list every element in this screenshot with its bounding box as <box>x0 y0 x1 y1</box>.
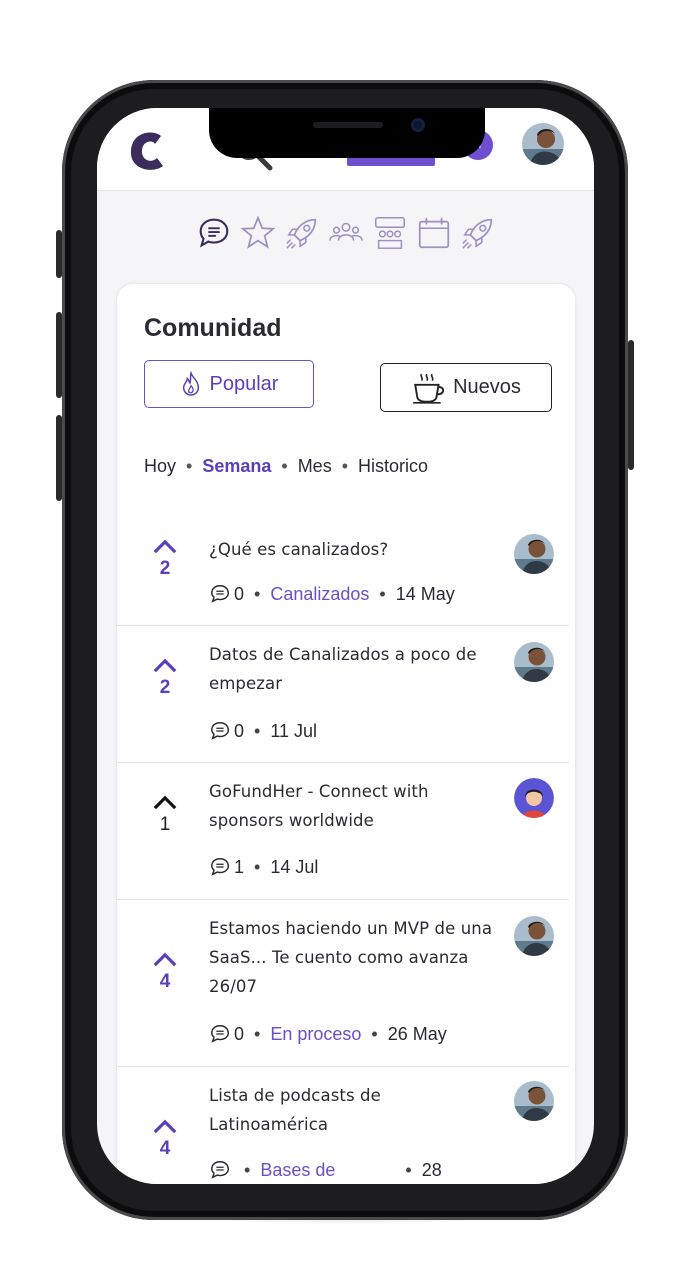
period-mes[interactable]: Mes <box>298 456 332 477</box>
community-card: Comunidad Popular Nuevos Hoy • Semana • … <box>117 284 575 1184</box>
separator-dot: • <box>281 456 288 476</box>
upvote-arrow-icon[interactable] <box>152 1119 178 1134</box>
post-item[interactable]: 2 ¿Qué es canalizados? 0 • Canalizados •… <box>117 509 569 626</box>
author-avatar[interactable] <box>514 642 554 682</box>
author-avatar[interactable] <box>514 534 554 574</box>
post-meta: 0 • En proceso • 26 May <box>209 1023 447 1045</box>
upvote-control[interactable]: 4 <box>139 952 191 993</box>
post-item[interactable]: 4 Lista de podcasts de Latinoamérica • B… <box>117 1067 569 1184</box>
post-title[interactable]: Estamos haciendo un MVP de una SaaS... T… <box>209 914 504 1001</box>
vote-count: 4 <box>159 971 171 992</box>
upvote-arrow-icon[interactable] <box>152 658 178 673</box>
post-item[interactable]: 4 Estamos haciendo un MVP de una SaaS...… <box>117 900 569 1067</box>
author-avatar[interactable] <box>514 778 554 818</box>
comment-icon <box>211 1025 229 1043</box>
front-camera <box>411 118 425 132</box>
upvote-control[interactable]: 2 <box>139 658 191 699</box>
post-date: 28 <box>421 1159 442 1180</box>
rocket-icon[interactable] <box>282 213 322 253</box>
app-logo-icon[interactable] <box>125 126 169 176</box>
separator-dot: • <box>244 1159 251 1180</box>
rocket-icon[interactable] <box>458 213 498 253</box>
post-meta: • Bases de • 28 <box>209 1159 442 1181</box>
period-semana[interactable]: Semana <box>202 456 271 477</box>
post-meta: 1 • 14 Jul <box>209 856 318 878</box>
volume-up-button <box>56 312 62 398</box>
nuevos-label: Nuevos <box>453 376 521 398</box>
separator-dot: • <box>254 1023 261 1044</box>
vote-count: 2 <box>159 558 171 579</box>
volume-down-button <box>56 415 62 501</box>
period-filter: Hoy • Semana • Mes • Historico <box>144 456 428 477</box>
comment-icon <box>211 722 229 740</box>
meeting-icon[interactable] <box>370 213 410 253</box>
separator-dot: • <box>254 583 261 604</box>
period-hoy[interactable]: Hoy <box>144 456 176 477</box>
vote-count: 2 <box>159 677 171 698</box>
post-meta: 0 • Canalizados • 14 May <box>209 583 455 605</box>
comment-count: 0 <box>234 583 245 604</box>
period-historico[interactable]: Historico <box>358 456 428 477</box>
author-avatar[interactable] <box>514 1081 554 1121</box>
separator-dot: • <box>379 583 386 604</box>
star-icon[interactable] <box>238 213 278 253</box>
comment-count: 0 <box>234 1023 245 1044</box>
community-icon[interactable] <box>326 213 366 253</box>
post-date: 14 May <box>395 583 455 604</box>
separator-dot: • <box>341 456 349 476</box>
upvote-control[interactable]: 4 <box>139 1119 191 1160</box>
post-title[interactable]: ¿Qué es canalizados? <box>209 535 504 564</box>
popular-button[interactable]: Popular <box>144 360 314 408</box>
screen: n <box>97 108 594 1184</box>
mute-switch <box>56 230 62 278</box>
vote-count: 4 <box>159 1138 171 1159</box>
comment-count: 1 <box>234 856 245 877</box>
post-item[interactable]: 1 GoFundHer - Connect with sponsors worl… <box>117 763 569 900</box>
author-avatar[interactable] <box>514 916 554 956</box>
post-title[interactable]: Lista de podcasts de Latinoamérica <box>209 1081 504 1139</box>
page-title: Comunidad <box>144 314 282 342</box>
post-title[interactable]: Datos de Canalizados a poco de empezar <box>209 640 504 698</box>
upvote-control[interactable]: 2 <box>139 539 191 580</box>
post-meta: 0 • 11 Jul <box>209 720 317 742</box>
vote-count: 1 <box>159 814 171 835</box>
post-tag[interactable]: En proceso <box>270 1024 361 1045</box>
post-tag[interactable]: Canalizados <box>270 584 369 605</box>
separator-dot: • <box>186 456 193 476</box>
post-tag[interactable]: Bases de <box>260 1160 335 1181</box>
separator-dot: • <box>254 856 261 877</box>
category-nav <box>97 213 594 258</box>
post-title[interactable]: GoFundHer - Connect with sponsors worldw… <box>209 777 504 835</box>
chat-icon[interactable] <box>194 213 234 253</box>
post-date: 26 May <box>387 1023 447 1044</box>
separator-dot: • <box>405 1159 412 1180</box>
comment-icon <box>211 858 229 876</box>
separator-dot: • <box>371 1023 378 1044</box>
comment-icon <box>211 1161 229 1179</box>
separator-dot: • <box>254 720 261 741</box>
upvote-arrow-icon[interactable] <box>152 539 178 554</box>
upvote-arrow-icon[interactable] <box>152 795 178 810</box>
upvote-control[interactable]: 1 <box>139 795 191 836</box>
nuevos-button[interactable]: Nuevos <box>380 363 552 412</box>
speaker <box>313 122 383 128</box>
comment-count: 0 <box>234 720 245 741</box>
notch <box>209 108 485 158</box>
popular-label: Popular <box>209 372 279 395</box>
comment-icon <box>211 585 229 603</box>
post-date: 14 Jul <box>270 856 319 877</box>
upvote-arrow-icon[interactable] <box>152 952 178 967</box>
post-item[interactable]: 2 Datos de Canalizados a poco de empezar… <box>117 626 569 763</box>
power-button <box>628 340 634 470</box>
user-avatar[interactable] <box>522 123 564 165</box>
coffee-icon <box>413 373 445 404</box>
flame-icon <box>182 371 199 396</box>
calendar-icon[interactable] <box>414 213 454 253</box>
post-date: 11 Jul <box>270 720 318 741</box>
